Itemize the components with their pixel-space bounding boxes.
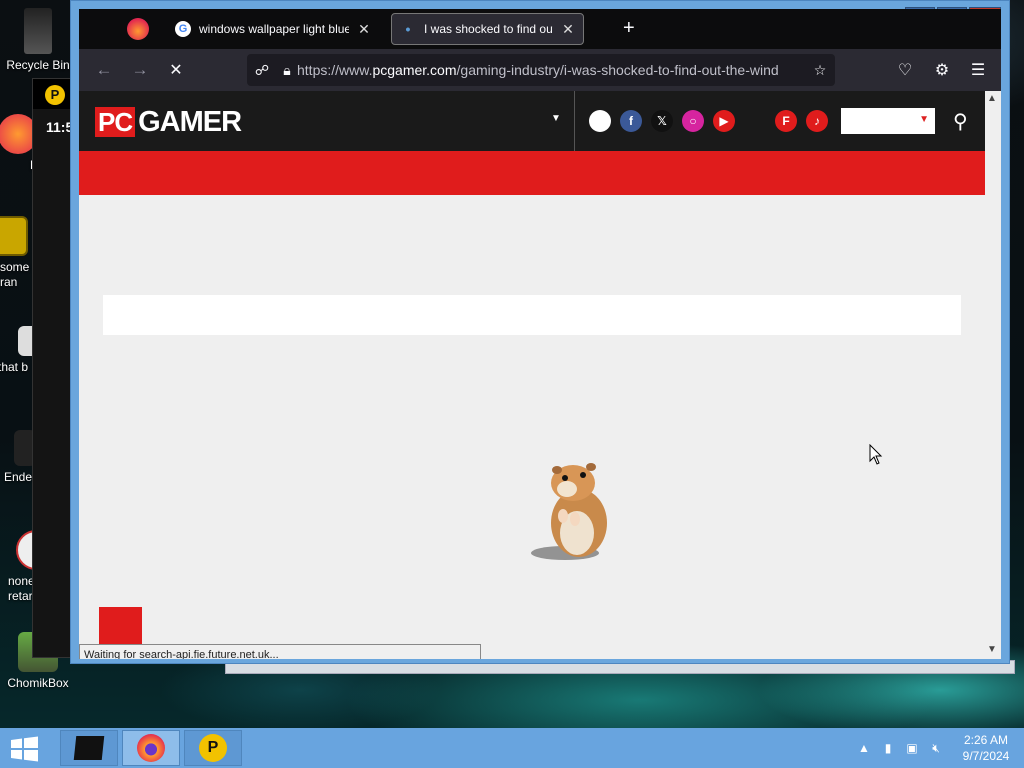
- lock-icon[interactable]: 🔒︎: [277, 62, 297, 79]
- desktop-icon-recycle-bin[interactable]: Recycle Bin: [2, 8, 74, 73]
- file-icon: [0, 216, 28, 256]
- facebook-icon[interactable]: f: [620, 110, 642, 132]
- navigation-toolbar: ← → ✕ ☍ 🔒︎ https://www.pcgamer.com/gamin…: [79, 49, 1001, 91]
- mouse-cursor-icon: [869, 444, 883, 465]
- yellow-app-icon: P: [199, 734, 227, 762]
- red-corner-block: [99, 607, 142, 647]
- firefox-icon: [137, 734, 165, 762]
- show-hidden-icons-chevron-icon[interactable]: ▲: [852, 741, 876, 755]
- taskbar-app-1[interactable]: [60, 730, 118, 766]
- taskbar-date: 9/7/2024: [962, 749, 1010, 763]
- firefox-view-icon[interactable]: [127, 18, 149, 40]
- pocket-icon[interactable]: ♡: [894, 60, 916, 80]
- url-bar[interactable]: ☍ 🔒︎ https://www.pcgamer.com/gaming-indu…: [247, 54, 835, 86]
- system-tray: ▲ ▮ ▣ 🔇︎ 2:26 AM 9/7/2024: [852, 728, 1024, 768]
- tab-title: I was shocked to find out the W: [424, 22, 553, 36]
- desktop-icon-label: some ran: [0, 260, 30, 289]
- url-text[interactable]: https://www.pcgamer.com/gaming-industry/…: [297, 62, 805, 78]
- logo-gamer: GAMER: [138, 105, 242, 138]
- taskbar-app-3[interactable]: P: [184, 730, 242, 766]
- tab-google-search[interactable]: G windows wallpaper light blue - ✕: [167, 13, 379, 45]
- desktop-icon-label: ChomikBox: [7, 676, 69, 690]
- desktop-icon-label: that b: [0, 360, 29, 374]
- pcgamer-logo[interactable]: PC GAMER: [95, 105, 242, 138]
- black-box-app-icon: [73, 736, 105, 760]
- bookmark-star-icon[interactable]: ☆: [805, 62, 835, 79]
- taskbar-firefox[interactable]: [122, 730, 180, 766]
- loading-favicon-icon: •: [405, 21, 411, 37]
- logo-pc: PC: [95, 107, 136, 137]
- tracking-protection-shield-icon[interactable]: ☍: [247, 62, 277, 79]
- header-divider: [574, 91, 575, 151]
- menu-hamburger-icon[interactable]: ☰: [967, 60, 989, 80]
- google-favicon-icon: G: [175, 21, 191, 37]
- social-placeholder-icon[interactable]: [589, 110, 611, 132]
- scroll-up-arrow-icon[interactable]: ▲: [987, 93, 997, 104]
- x-twitter-icon[interactable]: 𝕏: [651, 110, 673, 132]
- hamster-image: [531, 463, 607, 560]
- scroll-down-arrow-icon[interactable]: ▼: [987, 644, 997, 655]
- edition-select[interactable]: ▼: [841, 108, 935, 134]
- forward-button[interactable]: →: [129, 60, 151, 80]
- new-tab-button[interactable]: +: [623, 17, 635, 39]
- browser-frame: G windows wallpaper light blue - ✕ • I w…: [79, 9, 1001, 659]
- desktop-icon-ende[interactable]: Ende: [0, 430, 36, 485]
- page-scrollbar[interactable]: ▲ ▼: [985, 91, 1001, 659]
- back-button[interactable]: ←: [93, 60, 115, 80]
- tab-pcgamer-article[interactable]: • I was shocked to find out the W ✕: [391, 13, 584, 45]
- taskbar-time: 2:26 AM: [963, 733, 1009, 747]
- app-logo-icon: P: [45, 85, 65, 105]
- taskbar-clock[interactable]: 2:26 AM 9/7/2024: [948, 732, 1024, 764]
- red-navigation-band: [79, 151, 985, 195]
- youtube-icon[interactable]: ▶: [713, 110, 735, 132]
- recycle-bin-icon: [24, 8, 52, 54]
- close-tab-icon[interactable]: ✕: [357, 21, 371, 38]
- tiktok-icon[interactable]: ♪: [806, 110, 828, 132]
- tab-bar: G windows wallpaper light blue - ✕ • I w…: [79, 9, 1001, 49]
- desktop-icon-none-retar[interactable]: none retar: [0, 530, 56, 604]
- nav-dropdown-caret-icon[interactable]: ▼: [551, 113, 561, 124]
- tab-title: windows wallpaper light blue -: [199, 22, 349, 36]
- desktop-icon-label: Recycle Bin: [6, 58, 70, 72]
- search-icon[interactable]: ⚲: [953, 109, 968, 134]
- close-tab-icon[interactable]: ✕: [561, 21, 575, 38]
- volume-muted-icon[interactable]: 🔇︎: [924, 741, 948, 756]
- page-viewport[interactable]: PC GAMER ▼ f 𝕏 ○ ▶ F ♪ ▼ ⚲ ▲ ▼ Waiting f…: [79, 91, 1001, 659]
- status-bar: Waiting for search-api.fie.future.net.uk…: [79, 644, 481, 659]
- taskbar: P ▲ ▮ ▣ 🔇︎ 2:26 AM 9/7/2024: [0, 728, 1024, 768]
- desktop-icon-that-b[interactable]: that b: [0, 326, 40, 375]
- pcgamer-header: PC GAMER ▼ f 𝕏 ○ ▶ F ♪ ▼ ⚲: [79, 91, 985, 151]
- windows-start-icon[interactable]: [10, 736, 40, 762]
- instagram-icon[interactable]: ○: [682, 110, 704, 132]
- stop-loading-button[interactable]: ✕: [165, 60, 187, 80]
- flipboard-icon[interactable]: F: [775, 110, 797, 132]
- firefox-window[interactable]: ▬ ◻ ✕ G windows wallpaper light blue - ✕…: [70, 0, 1010, 664]
- desktop-icon-some-ran[interactable]: some ran: [0, 216, 34, 290]
- extensions-icon[interactable]: ⚙: [931, 60, 953, 80]
- network-icon[interactable]: ▣: [900, 741, 924, 755]
- desktop-icon-label: none retar: [8, 574, 35, 603]
- desktop-icon-label: Ende: [4, 470, 33, 484]
- select-arrow-icon: ▼: [919, 114, 929, 125]
- tray-app-icon[interactable]: ▮: [876, 741, 900, 755]
- ad-placeholder-band: [103, 295, 961, 335]
